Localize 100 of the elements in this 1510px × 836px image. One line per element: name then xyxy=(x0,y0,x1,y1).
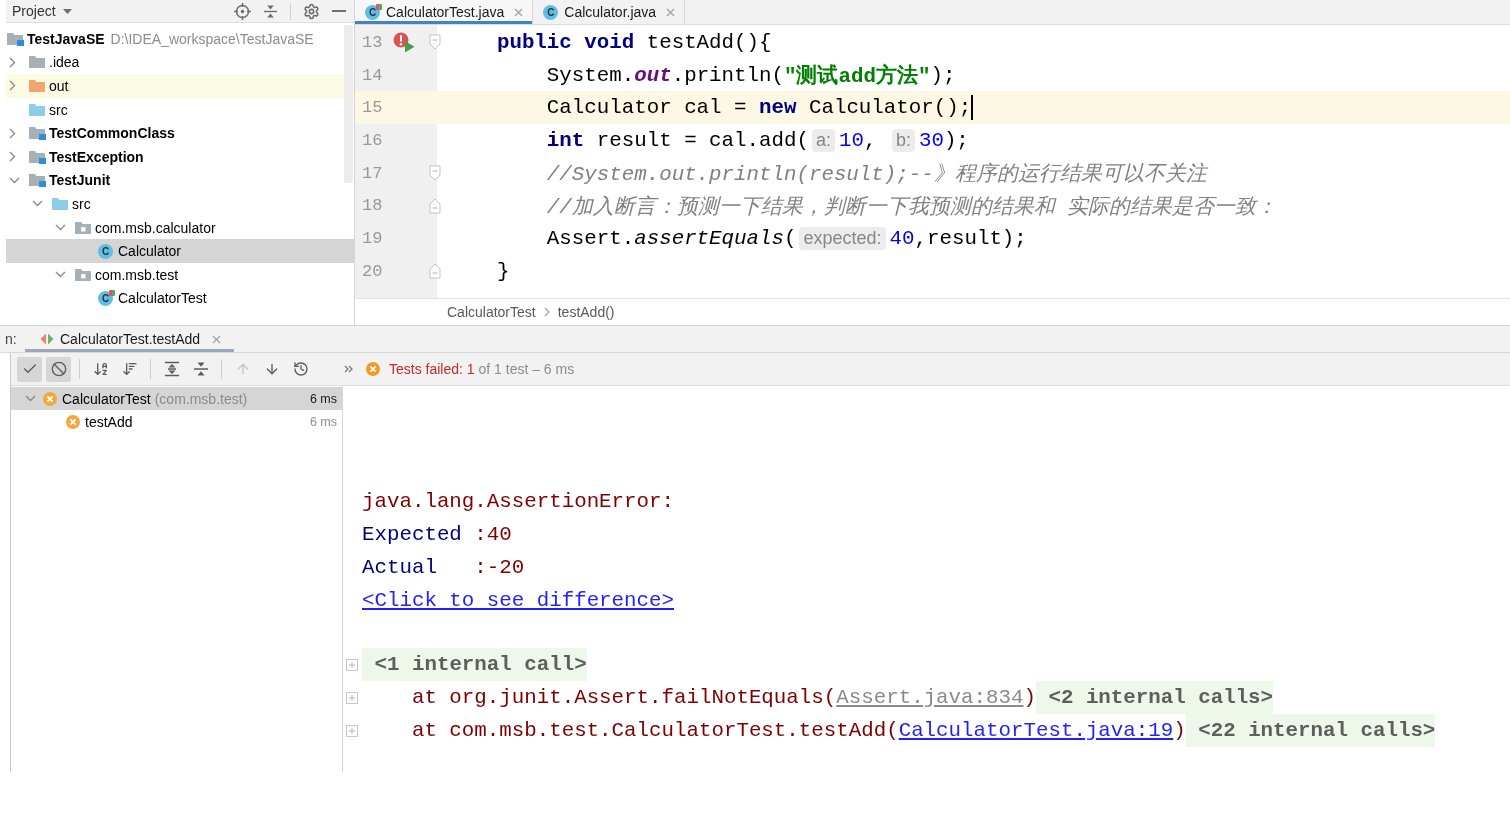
line-number: 18 xyxy=(361,196,384,216)
fold-marker-icon[interactable] xyxy=(429,197,441,214)
console-link[interactable]: <Click to see difference> xyxy=(362,589,674,612)
tree-item[interactable]: TestException xyxy=(6,144,354,169)
folded-calls-label[interactable]: <22 internal calls> xyxy=(1185,714,1436,747)
close-icon[interactable] xyxy=(212,334,222,344)
tree-item[interactable]: C Calculator xyxy=(6,239,354,263)
module-folder-icon xyxy=(29,149,46,164)
line-number: 20 xyxy=(361,261,384,281)
tree-item[interactable]: out xyxy=(6,74,354,98)
clock-history-icon xyxy=(292,361,309,377)
test-class-icon: C xyxy=(98,290,115,307)
line-number: 16 xyxy=(361,130,384,150)
tool-window-label: n: xyxy=(4,331,18,347)
console-text: Expected :40 xyxy=(362,522,512,548)
check-button[interactable] xyxy=(17,356,42,382)
module-folder-icon xyxy=(29,173,46,188)
folder-icon xyxy=(52,196,69,211)
line-number: 17 xyxy=(361,163,384,183)
circle-slash-icon xyxy=(50,361,67,377)
tree-item[interactable]: TestCommonClass xyxy=(6,121,354,145)
scrollbar-thumb[interactable] xyxy=(344,25,353,183)
folded-calls-label[interactable]: <2 internal calls> xyxy=(1035,681,1274,714)
tree-item[interactable]: .idea xyxy=(6,50,354,75)
chevron-down-icon[interactable] xyxy=(25,395,36,402)
console-text: at com.msb.test.CalculatorTest.testAdd(CalculatorTest.java:19) <22 internal calls> xyxy=(411,714,1436,747)
close-icon[interactable] xyxy=(666,7,676,17)
chevron-down-icon[interactable] xyxy=(32,200,43,208)
crosshair-icon[interactable] xyxy=(234,2,251,20)
chevron-right-icon[interactable] xyxy=(9,56,16,68)
collapse-arrows-icon[interactable] xyxy=(263,3,278,19)
test-status-text: Tests failed: 1 of 1 test – 6 ms xyxy=(389,361,575,377)
tree-item[interactable]: src xyxy=(6,97,354,122)
double-chevron-icon[interactable] xyxy=(344,365,353,373)
chevron-down-icon[interactable] xyxy=(9,176,20,184)
breadcrumb-item[interactable]: testAdd() xyxy=(557,304,615,320)
tree-item[interactable]: C CalculatorTest xyxy=(6,286,354,311)
code-line: int result = cal.add( a: 10, b: 30); xyxy=(546,128,969,152)
folder-icon xyxy=(29,55,46,70)
line-number: 13 xyxy=(361,32,384,52)
caret-icon xyxy=(62,8,72,14)
class-icon: C xyxy=(98,243,115,260)
line-number: 15 xyxy=(361,98,384,118)
console-link[interactable]: CalculatorTest.java:19 xyxy=(898,719,1174,742)
code-line: Assert.assertEquals( expected: 40,result); xyxy=(546,226,1027,250)
tree-item[interactable]: com.msb.test xyxy=(6,262,354,287)
chevron-down-icon[interactable] xyxy=(55,224,66,232)
folder-icon xyxy=(29,79,46,93)
project-path: D:\IDEA_workspace\TestJavaSE xyxy=(110,30,314,47)
editor-tab[interactable]: C CalculatorTest.java xyxy=(355,0,534,24)
module-folder-icon xyxy=(29,126,46,141)
line-number: 14 xyxy=(361,65,384,85)
collapse-arrows-icon xyxy=(192,361,209,377)
expand-arrows-icon xyxy=(163,361,180,377)
package-folder-icon xyxy=(75,267,92,282)
package-folder-icon xyxy=(75,220,92,235)
text-cursor xyxy=(971,95,974,121)
fold-marker-icon[interactable] xyxy=(429,165,441,182)
x-circle-icon xyxy=(366,362,380,376)
chevron-down-icon[interactable] xyxy=(55,271,66,279)
fold-marker-icon[interactable] xyxy=(429,34,441,51)
code-line: //加入断言：预测一下结果，判断一下我预测的结果和 实际的结果是否一致： xyxy=(546,194,1278,220)
code-line: } xyxy=(496,259,510,283)
fold-marker-icon[interactable] xyxy=(429,263,441,280)
console-text: java.lang.AssertionError: xyxy=(362,489,674,515)
tree-item[interactable]: src xyxy=(6,192,354,216)
tree-item[interactable]: TestJavaSE D:\IDEA_workspace\TestJavaSE xyxy=(6,27,354,51)
project-view-dropdown[interactable]: Project xyxy=(12,3,72,19)
tree-item[interactable]: com.msb.calculator xyxy=(6,215,354,240)
code-line: Calculator cal = new Calculator(); xyxy=(546,96,972,120)
double-triangle-icon xyxy=(40,333,54,345)
module-folder-icon xyxy=(7,31,24,46)
breadcrumb-item[interactable]: CalculatorTest xyxy=(447,304,536,320)
line-number: 19 xyxy=(361,228,384,248)
sort-lines-icon xyxy=(121,361,138,377)
test-duration: 6 ms xyxy=(309,391,337,406)
test-class-icon: C xyxy=(365,4,382,20)
test-tree-item[interactable]: testAdd 6 ms xyxy=(11,410,342,433)
chevron-right-icon[interactable] xyxy=(9,151,16,163)
editor-tab[interactable]: C Calculator.java xyxy=(533,0,686,24)
sort-alphabetical-icon xyxy=(92,361,109,377)
run-tab[interactable]: CalculatorTest.testAdd xyxy=(25,326,235,352)
code-line: System.out.println("测试add方法"); xyxy=(546,62,956,90)
code-line: public void testAdd(){ xyxy=(496,30,772,54)
folder-icon xyxy=(29,102,46,117)
close-icon[interactable] xyxy=(514,7,524,17)
console-text: at org.junit.Assert.failNotEquals(Assert.java:834) <2 internal calls> xyxy=(411,681,1274,714)
chevron-right-icon[interactable] xyxy=(9,127,16,139)
test-duration: 6 ms xyxy=(309,414,337,429)
code-line: //System.out.println(result);--》程序的运行结果可以不关注 xyxy=(546,161,1207,188)
console-text: Actual :-20 xyxy=(362,555,525,581)
alert-play-icon[interactable] xyxy=(393,31,415,53)
chevron-right-icon[interactable] xyxy=(9,80,16,92)
tree-item[interactable]: TestJunit xyxy=(6,168,354,193)
folded-calls-label[interactable]: <1 internal call> xyxy=(362,648,587,681)
chevron-right-icon xyxy=(543,307,550,317)
package-name: (com.msb.test) xyxy=(154,390,248,407)
circle-slash-button[interactable] xyxy=(46,356,71,382)
test-tree-item[interactable]: CalculatorTest (com.msb.test) 6 ms xyxy=(11,387,342,410)
settings-icon[interactable] xyxy=(303,2,320,20)
